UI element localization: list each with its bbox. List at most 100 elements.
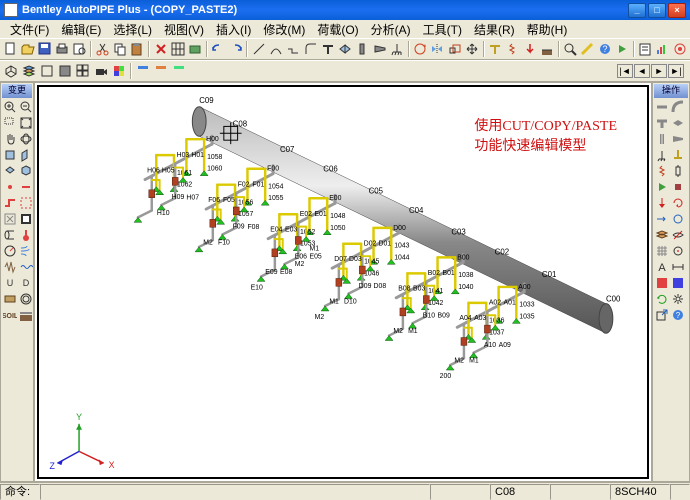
print-button[interactable]	[54, 40, 71, 58]
r-flange-icon[interactable]	[654, 131, 670, 147]
right-panel-title[interactable]: 操作	[654, 84, 688, 98]
menu-result[interactable]: 结果(R)	[468, 20, 521, 39]
nav-next[interactable]: ►	[651, 64, 667, 78]
r-export-icon[interactable]	[654, 307, 670, 323]
nav-first[interactable]: |◄	[617, 64, 633, 78]
r-rot-icon[interactable]	[670, 211, 686, 227]
zoom-window-icon[interactable]	[2, 115, 18, 131]
r-text-icon[interactable]: A	[654, 259, 670, 275]
buried-icon[interactable]	[18, 307, 34, 323]
support-tool[interactable]	[487, 40, 504, 58]
nav-prev[interactable]: ◄	[634, 64, 650, 78]
menu-select[interactable]: 选择(L)	[107, 20, 158, 39]
r-hide-icon[interactable]	[670, 227, 686, 243]
line-tool[interactable]	[250, 40, 267, 58]
r-grid-icon[interactable]	[654, 243, 670, 259]
seismic-icon[interactable]	[2, 259, 18, 275]
cut-button[interactable]	[94, 40, 111, 58]
r-bend-icon[interactable]	[670, 99, 686, 115]
status-command-field[interactable]	[40, 484, 430, 500]
spring-tool[interactable]	[504, 40, 521, 58]
segment-tool[interactable]	[285, 40, 302, 58]
nav-last[interactable]: ►|	[668, 64, 684, 78]
check-tool[interactable]: ?	[596, 40, 613, 58]
view-iso2-icon[interactable]	[18, 163, 34, 179]
pipe-props-icon[interactable]	[2, 227, 18, 243]
filter-3-button[interactable]	[170, 62, 188, 80]
zoom-extent-icon[interactable]	[18, 115, 34, 131]
view-layers-button[interactable]	[20, 62, 38, 80]
model-view[interactable]: C00 C01 C02 C03 C04 C05 C06 C07 C08 C09 …	[37, 85, 649, 479]
redo-button[interactable]	[227, 40, 244, 58]
wave-icon[interactable]	[18, 259, 34, 275]
displacement-icon[interactable]: D	[18, 275, 34, 291]
soil-tool[interactable]	[538, 40, 555, 58]
maximize-button[interactable]: □	[648, 3, 666, 18]
menu-modify[interactable]: 修改(M)	[257, 20, 311, 39]
delete-button[interactable]	[152, 40, 169, 58]
r-reducer-icon[interactable]	[670, 131, 686, 147]
r-snubber-icon[interactable]	[670, 163, 686, 179]
reducer-tool[interactable]	[371, 40, 388, 58]
view-side-icon[interactable]	[18, 147, 34, 163]
paste-button[interactable]	[129, 40, 146, 58]
select-all-icon[interactable]	[18, 195, 34, 211]
wind-icon[interactable]	[18, 243, 34, 259]
section-icon[interactable]	[18, 291, 34, 307]
open-button[interactable]	[19, 40, 36, 58]
valve-tool[interactable]	[337, 40, 354, 58]
r-refresh-icon[interactable]	[654, 291, 670, 307]
filter-1-button[interactable]	[134, 62, 152, 80]
anchor-tool[interactable]	[388, 40, 405, 58]
bend-tool[interactable]	[302, 40, 319, 58]
r-settings-icon[interactable]	[670, 291, 686, 307]
r-dim-icon[interactable]	[670, 259, 686, 275]
user-load-icon[interactable]: U	[2, 275, 18, 291]
left-panel-title[interactable]: 变更	[2, 84, 32, 98]
flange-tool[interactable]	[354, 40, 371, 58]
r-support-icon[interactable]	[670, 147, 686, 163]
r-valve-icon[interactable]	[670, 115, 686, 131]
symmetry-tool[interactable]	[429, 40, 446, 58]
menu-edit[interactable]: 编辑(E)	[55, 20, 107, 39]
pan-icon[interactable]	[2, 131, 18, 147]
menu-insert[interactable]: 插入(I)	[210, 20, 257, 39]
arc-tool[interactable]	[268, 40, 285, 58]
undo-button[interactable]	[210, 40, 227, 58]
grid-button[interactable]	[169, 40, 186, 58]
r-color2-icon[interactable]	[670, 275, 686, 291]
menu-analyze[interactable]: 分析(A)	[365, 20, 417, 39]
report-tool[interactable]	[637, 40, 654, 58]
menu-load[interactable]: 荷载(O)	[311, 20, 364, 39]
r-layer-icon[interactable]	[654, 227, 670, 243]
r-play-icon[interactable]	[654, 179, 670, 195]
invert-sel-icon[interactable]	[18, 211, 34, 227]
material-icon[interactable]	[2, 291, 18, 307]
menu-view[interactable]: 视图(V)	[158, 20, 210, 39]
scale-tool[interactable]	[446, 40, 463, 58]
r-anchor-icon[interactable]	[654, 147, 670, 163]
stress-tool[interactable]	[671, 40, 688, 58]
r-pipe-icon[interactable]	[654, 99, 670, 115]
shaded-button[interactable]	[56, 62, 74, 80]
clear-sel-icon[interactable]	[2, 211, 18, 227]
new-button[interactable]	[2, 40, 19, 58]
select-point-icon[interactable]	[2, 179, 18, 195]
r-snap-icon[interactable]	[670, 243, 686, 259]
model-button[interactable]	[187, 40, 204, 58]
save-button[interactable]	[37, 40, 54, 58]
pressure-icon[interactable]	[2, 243, 18, 259]
r-tee-icon[interactable]	[654, 115, 670, 131]
r-spring-icon[interactable]	[654, 163, 670, 179]
minimize-button[interactable]: _	[628, 3, 646, 18]
filter-2-button[interactable]	[152, 62, 170, 80]
r-stop-icon[interactable]	[670, 179, 686, 195]
select-segment-icon[interactable]	[2, 195, 18, 211]
measure-tool[interactable]	[579, 40, 596, 58]
menu-tools[interactable]: 工具(T)	[417, 20, 468, 39]
r-color1-icon[interactable]	[654, 275, 670, 291]
color-button[interactable]	[110, 62, 128, 80]
r-disp-icon[interactable]	[654, 211, 670, 227]
load-tool[interactable]	[521, 40, 538, 58]
view-iso-button[interactable]	[2, 62, 20, 80]
